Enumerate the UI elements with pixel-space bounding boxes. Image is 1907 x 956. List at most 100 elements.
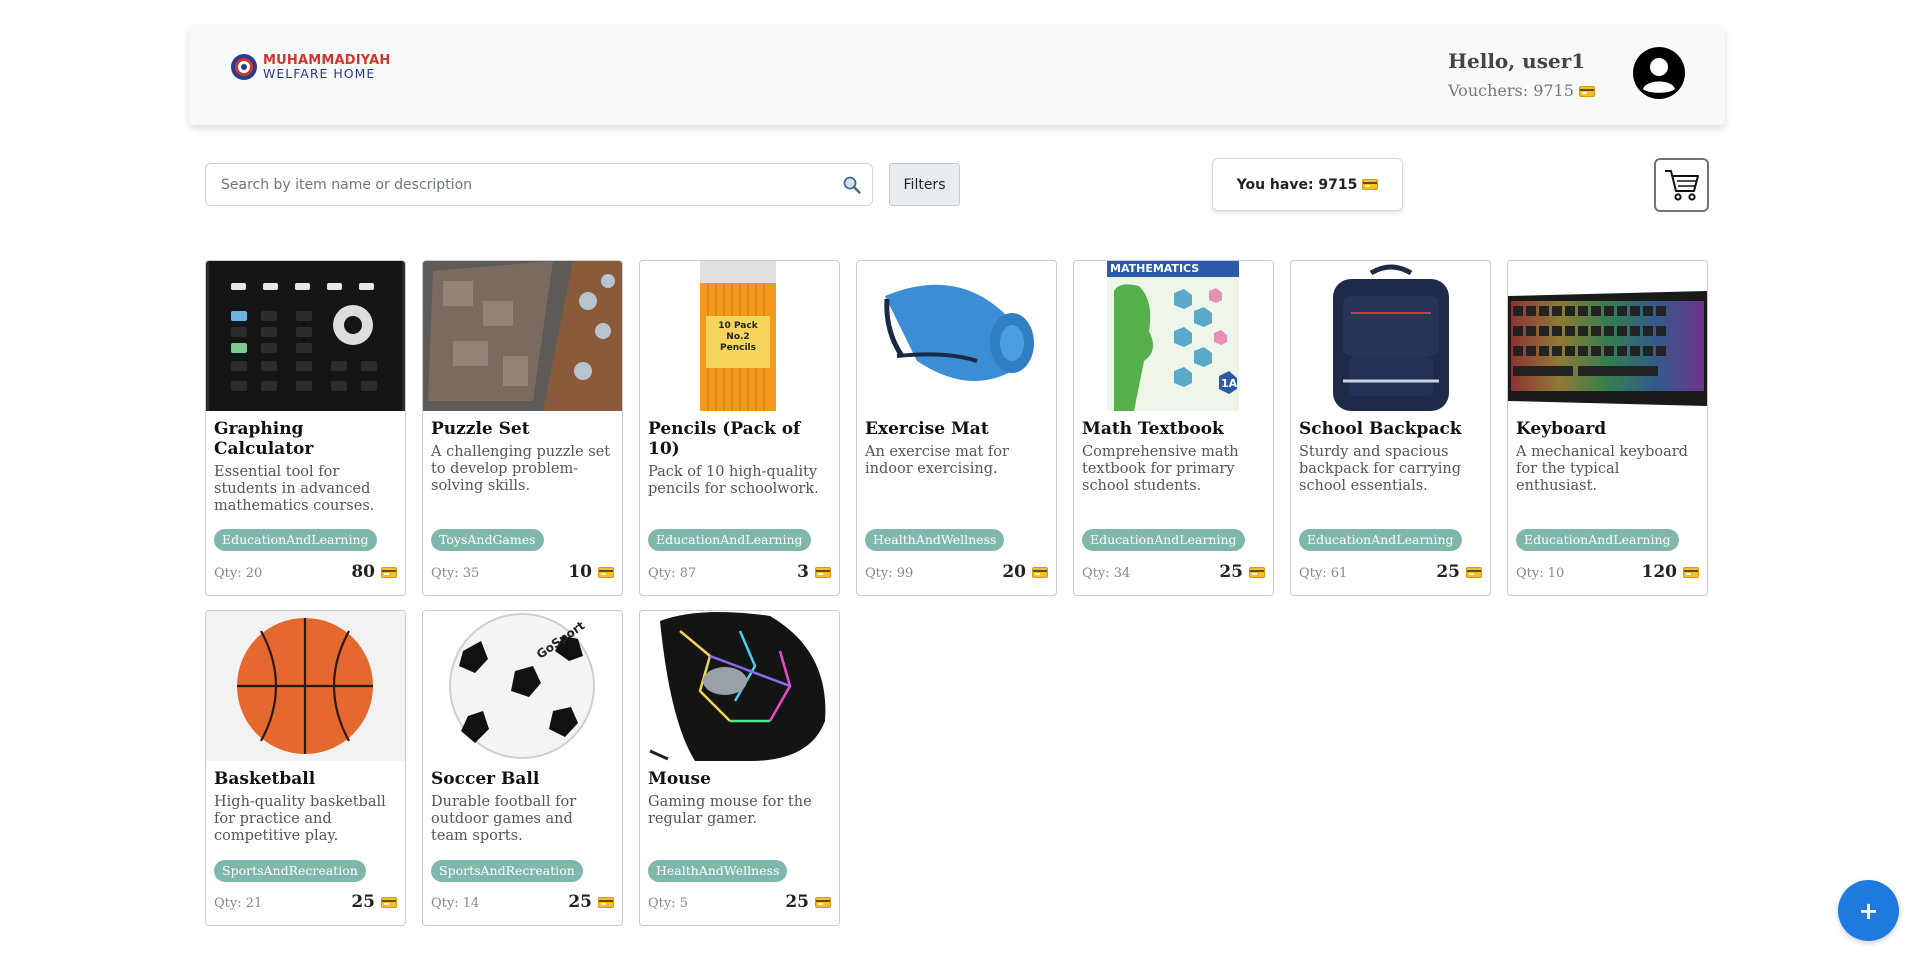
cart-button[interactable] (1654, 158, 1709, 212)
item-price-value: 25 (351, 892, 375, 912)
credit-card-icon (1249, 567, 1265, 578)
item-card[interactable]: Basketball High-quality basketball for p… (205, 610, 406, 926)
item-description: Comprehensive math textbook for primary … (1082, 444, 1239, 494)
search-input[interactable] (206, 164, 826, 205)
category-badge: EducationAndLearning (1082, 529, 1245, 551)
vouchers-balance: Vouchers: 9715 (1448, 81, 1595, 100)
item-name: Basketball (214, 769, 316, 789)
item-price-value: 25 (785, 892, 809, 912)
item-image: 10 Pack No.2 Pencils (640, 261, 839, 411)
credit-card-icon (1466, 567, 1482, 578)
item-quantity: Qty: 99 (865, 566, 914, 581)
item-name: Exercise Mat (865, 419, 989, 439)
item-card[interactable]: GoSport Soccer Ball Durable football for… (422, 610, 623, 926)
item-image: MATHEMATICS 1A (1074, 261, 1273, 411)
item-name: Puzzle Set (431, 419, 530, 439)
item-description: A mechanical keyboard for the typical en… (1516, 444, 1688, 494)
item-price-value: 20 (1002, 562, 1026, 582)
category-badge: SportsAndRecreation (214, 860, 366, 882)
item-description: High-quality basketball for practice and… (214, 794, 386, 844)
item-price-value: 25 (1436, 562, 1460, 582)
search-bar (205, 163, 873, 206)
logo-line2: WELFARE HOME (263, 65, 376, 81)
category-badge: HealthAndWellness (865, 529, 1005, 551)
item-price: 25 (351, 892, 397, 912)
textbook-title: MATHEMATICS (1110, 262, 1200, 275)
item-card[interactable]: Mouse Gaming mouse for the regular gamer… (639, 610, 840, 926)
item-description: Pack of 10 high-quality pencils for scho… (648, 464, 819, 497)
item-price: 120 (1641, 562, 1699, 582)
puzzle-image (423, 261, 622, 411)
item-price: 25 (568, 892, 614, 912)
item-price: 25 (1219, 562, 1265, 582)
item-card[interactable]: Keyboard A mechanical keyboard for the t… (1507, 260, 1708, 596)
item-card[interactable]: Exercise Mat An exercise mat for indoor … (856, 260, 1057, 596)
soccer-ball-image (423, 611, 622, 761)
filters-button[interactable]: Filters (889, 163, 960, 206)
item-card[interactable]: MATHEMATICS 1A Math Textbook Comprehensi… (1073, 260, 1274, 596)
vouchers-label: Vouchers: 9715 (1448, 81, 1574, 100)
item-quantity: Qty: 35 (431, 566, 480, 581)
item-name: Math Textbook (1082, 419, 1224, 439)
voucher-balance-box: You have: 9715 (1212, 158, 1403, 211)
item-price-value: 80 (351, 562, 375, 582)
item-description: Durable football for outdoor games and t… (431, 794, 577, 844)
item-quantity: Qty: 21 (214, 896, 263, 911)
item-price: 25 (785, 892, 831, 912)
category-badge: ToysAndGames (431, 529, 544, 551)
item-name: Keyboard (1516, 419, 1607, 439)
credit-card-icon (1579, 86, 1595, 97)
credit-card-icon (815, 567, 831, 578)
item-card[interactable]: 10 Pack No.2 Pencils Pencils (Pack of 10… (639, 260, 840, 596)
logo-line1: MUHAMMADIYAH (263, 52, 391, 68)
credit-card-icon (815, 897, 831, 908)
item-price-value: 120 (1641, 562, 1678, 582)
item-name: Pencils (Pack of 10) (648, 419, 801, 459)
item-price: 25 (1436, 562, 1482, 582)
category-badge: EducationAndLearning (1516, 529, 1679, 551)
item-description: Essential tool for students in advanced … (214, 464, 375, 514)
item-price-value: 3 (797, 562, 809, 582)
item-quantity: Qty: 34 (1082, 566, 1131, 581)
item-card[interactable]: Puzzle Set A challenging puzzle set to d… (422, 260, 623, 596)
item-quantity: Qty: 5 (648, 896, 689, 911)
item-description: A challenging puzzle set to develop prob… (431, 444, 611, 494)
item-image (1508, 261, 1707, 411)
site-logo[interactable]: MUHAMMADIYAH WELFARE HOME (229, 52, 391, 82)
backpack-image (1291, 261, 1490, 411)
greeting-text: Hello, user1 (1448, 49, 1586, 73)
item-image (206, 611, 405, 761)
item-card[interactable]: Graphing Calculator Essential tool for s… (205, 260, 406, 596)
item-description: Gaming mouse for the regular gamer. (648, 794, 812, 827)
category-badge: EducationAndLearning (214, 529, 377, 551)
item-name: Graphing Calculator (214, 419, 314, 459)
item-name: School Backpack (1299, 419, 1462, 439)
user-avatar-icon[interactable] (1633, 47, 1685, 99)
credit-card-icon (1683, 567, 1699, 578)
category-badge: HealthAndWellness (648, 860, 788, 882)
shopping-cart-icon (1664, 170, 1699, 201)
credit-card-icon (598, 567, 614, 578)
add-item-button[interactable]: + (1838, 880, 1899, 941)
item-price: 80 (351, 562, 397, 582)
item-price: 3 (797, 562, 831, 582)
item-image (640, 611, 839, 761)
item-price-value: 25 (1219, 562, 1243, 582)
item-quantity: Qty: 10 (1516, 566, 1565, 581)
category-badge: EducationAndLearning (648, 529, 811, 551)
textbook-badge: 1A (1221, 377, 1238, 390)
item-quantity: Qty: 87 (648, 566, 697, 581)
item-image (206, 261, 405, 411)
item-price-value: 10 (568, 562, 592, 582)
gaming-mouse-image (640, 611, 839, 761)
item-card[interactable]: School Backpack Sturdy and spacious back… (1290, 260, 1491, 596)
search-icon[interactable] (842, 175, 862, 195)
pencils-box-label: 10 Pack No.2 Pencils (718, 321, 758, 353)
item-price: 10 (568, 562, 614, 582)
keyboard-image (1508, 261, 1707, 411)
item-quantity: Qty: 20 (214, 566, 263, 581)
credit-card-icon (1362, 179, 1379, 190)
item-image (857, 261, 1056, 411)
balance-label: You have: 9715 (1236, 176, 1358, 193)
credit-card-icon (1032, 567, 1048, 578)
